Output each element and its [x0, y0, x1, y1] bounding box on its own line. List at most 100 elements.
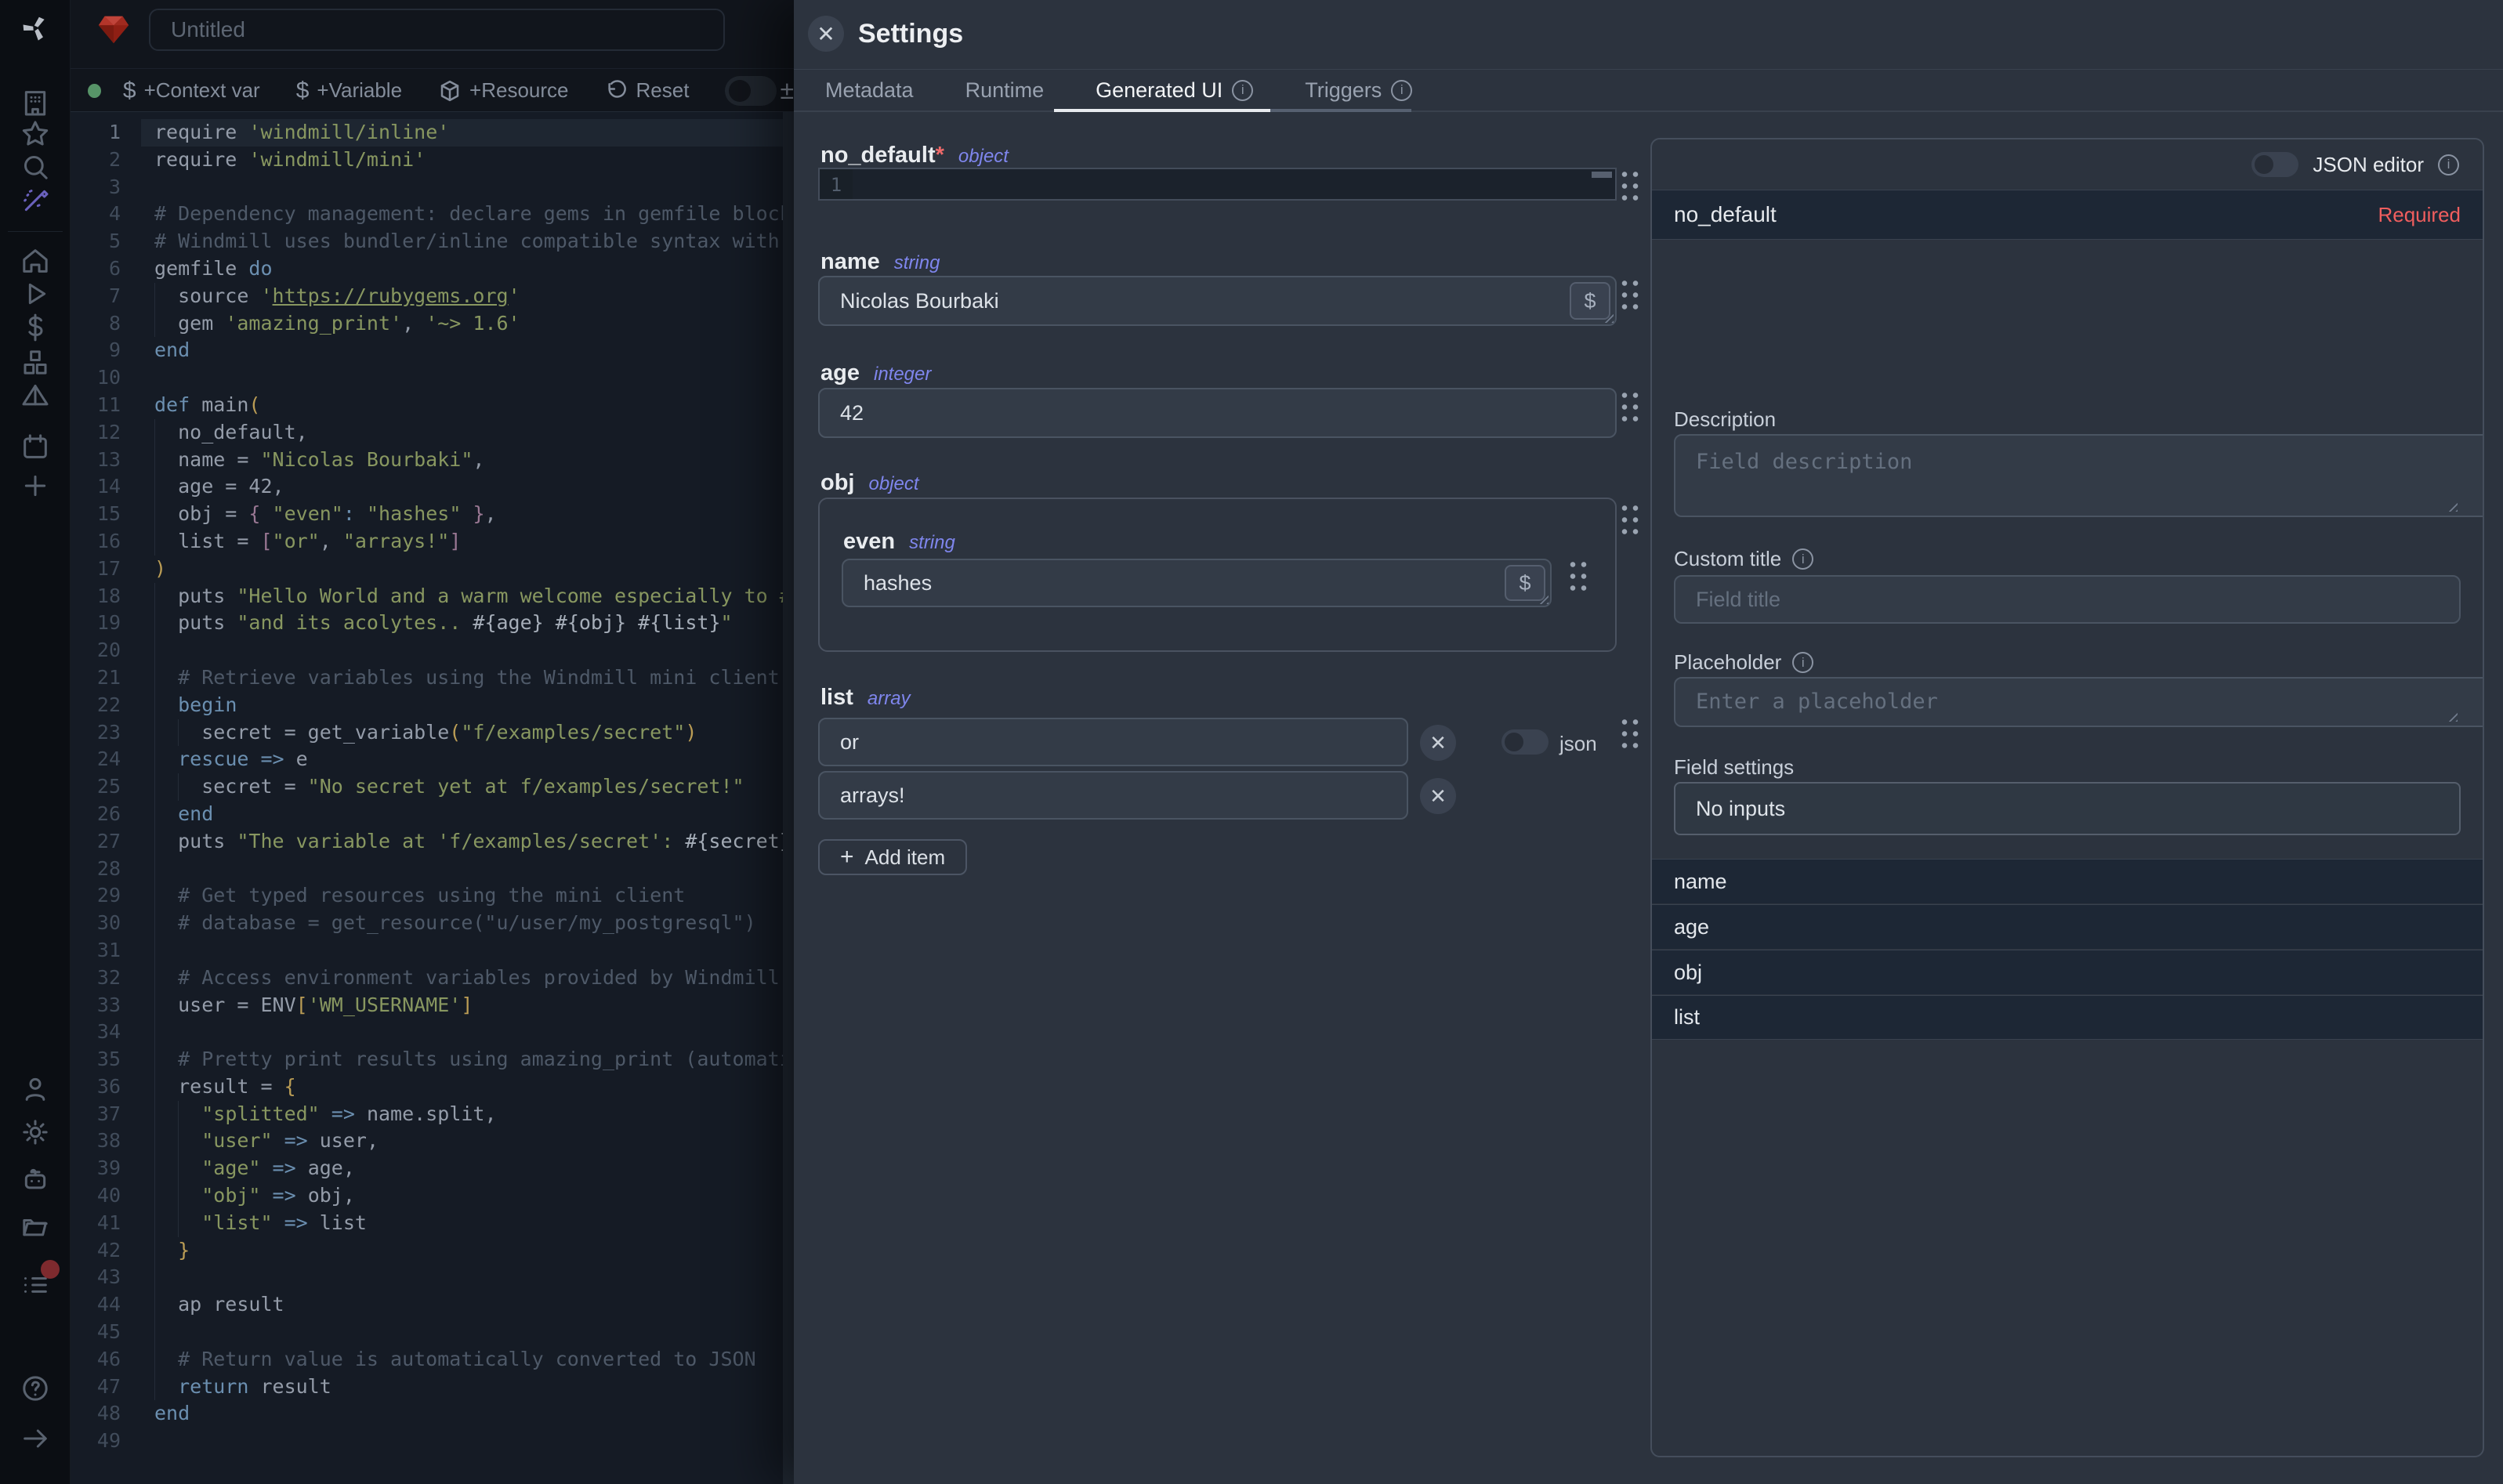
code-line: 44 ap result	[71, 1291, 794, 1319]
line-number: 14	[71, 473, 141, 501]
favorites-star-icon[interactable]	[0, 117, 71, 151]
json-toggle[interactable]	[1501, 729, 1549, 755]
code-lines: 1require 'windmill/inline'2require 'wind…	[71, 119, 794, 1455]
ai-wand-icon[interactable]	[0, 183, 71, 218]
line-number: 47	[71, 1374, 141, 1401]
home-icon[interactable]	[0, 244, 71, 278]
mini-editor-scrollbar[interactable]	[1592, 172, 1612, 178]
tab-runtime[interactable]: Runtime	[965, 78, 1045, 103]
code-line: 19 puts "and its acolytes.. #{age} #{obj…	[71, 610, 794, 637]
add-item-button[interactable]: + Add item	[818, 839, 967, 875]
json-editor-row: JSON editor i	[1652, 139, 2483, 190]
folders-icon[interactable]	[0, 1209, 71, 1243]
add-resource-button[interactable]: +Resource	[438, 78, 568, 103]
remove-item-icon[interactable]: ✕	[1420, 778, 1456, 814]
add-variable-button[interactable]: $ +Variable	[296, 78, 402, 104]
line-number: 23	[71, 719, 141, 747]
code-line: 36 result = {	[71, 1073, 794, 1101]
code-line: 18 puts "Hello World and a warm welcome …	[71, 583, 794, 610]
field-row-name[interactable]: name	[1652, 859, 2483, 903]
tab-triggers[interactable]: Triggersi	[1305, 78, 1412, 103]
workers-robot-icon[interactable]	[0, 1162, 71, 1196]
line-number: 42	[71, 1237, 141, 1265]
close-icon[interactable]: ✕	[808, 16, 844, 52]
remove-item-icon[interactable]: ✕	[1420, 725, 1456, 761]
drag-handle-no-default[interactable]	[1617, 167, 1639, 201]
even-input[interactable]	[842, 559, 1552, 607]
line-number: 22	[71, 692, 141, 719]
line-number: 35	[71, 1046, 141, 1073]
line-number: 27	[71, 828, 141, 856]
code-line: 41 "list" => list	[71, 1210, 794, 1237]
code-line: 34	[71, 1019, 794, 1046]
tab-metadata[interactable]: Metadata	[825, 78, 914, 103]
info-icon[interactable]: i	[1792, 652, 1813, 673]
name-input[interactable]	[818, 276, 1617, 326]
script-name-input[interactable]	[149, 9, 725, 51]
drag-handle-list[interactable]	[1617, 715, 1639, 749]
runs-play-icon[interactable]	[0, 277, 71, 311]
code-line: 30 # database = get_resource("u/user/my_…	[71, 910, 794, 937]
json-editor-toggle[interactable]	[2251, 152, 2298, 177]
dollar-insert-button[interactable]: $	[1505, 565, 1545, 601]
line-number: 15	[71, 501, 141, 528]
line-number: 8	[71, 310, 141, 338]
code-line: 37 "splitted" => name.split,	[71, 1101, 794, 1128]
audit-logs-icon[interactable]	[0, 1268, 71, 1302]
resources-cubes-icon[interactable]	[0, 346, 71, 380]
age-input[interactable]	[818, 388, 1617, 438]
list-item-input[interactable]	[818, 771, 1408, 820]
dollar-insert-button[interactable]: $	[1570, 282, 1610, 320]
drag-handle-name[interactable]	[1617, 276, 1639, 310]
field-row-list[interactable]: list	[1652, 995, 2483, 1040]
variables-dollar-icon[interactable]	[0, 310, 71, 345]
field-row-age[interactable]: age	[1652, 904, 2483, 949]
line-number: 46	[71, 1346, 141, 1374]
editor-mode-toggle[interactable]	[725, 76, 777, 106]
line-number: 5	[71, 228, 141, 255]
user-icon[interactable]	[0, 1072, 71, 1106]
windmill-logo-icon[interactable]	[0, 11, 71, 45]
line-number: 30	[71, 910, 141, 937]
line-number: 26	[71, 801, 141, 828]
code-editor[interactable]: 1require 'windmill/inline'2require 'wind…	[71, 112, 794, 1484]
placeholder-textarea[interactable]	[1674, 677, 2484, 727]
line-number: 32	[71, 965, 141, 992]
settings-gear-icon[interactable]	[0, 1115, 71, 1149]
calendar-icon[interactable]	[0, 429, 71, 464]
collapse-sidebar-arrow-icon[interactable]	[0, 1421, 71, 1456]
diff-plusminus-icon[interactable]: ±	[780, 76, 794, 105]
tab-generated-ui[interactable]: Generated UIi	[1096, 78, 1253, 103]
field-row-obj[interactable]: obj	[1652, 950, 2483, 994]
code-line: 23 secret = get_variable("f/examples/sec…	[71, 719, 794, 747]
code-line: 28	[71, 856, 794, 883]
info-icon[interactable]: i	[1792, 548, 1813, 570]
description-textarea[interactable]	[1674, 434, 2484, 517]
drag-handle-age[interactable]	[1617, 388, 1639, 422]
info-icon[interactable]: i	[1391, 80, 1412, 101]
info-icon[interactable]: i	[1232, 80, 1253, 101]
drag-handle-even[interactable]	[1566, 557, 1588, 592]
reset-button[interactable]: Reset	[605, 78, 690, 103]
line-number: 45	[71, 1319, 141, 1346]
list-item-0-wrap	[818, 718, 1408, 766]
custom-title-input[interactable]	[1674, 575, 2461, 624]
line-number: 33	[71, 992, 141, 1019]
dollar-icon: $	[296, 78, 310, 104]
workspace-icon[interactable]	[0, 85, 71, 120]
info-icon[interactable]: i	[2438, 154, 2459, 176]
code-line: 3	[71, 174, 794, 201]
no-default-json-input[interactable]: 1	[818, 168, 1617, 201]
help-icon[interactable]	[0, 1371, 71, 1406]
list-item-input[interactable]	[818, 718, 1408, 766]
selected-field-header[interactable]: no_default Required	[1652, 190, 2483, 240]
field-label-list: listarray	[820, 685, 911, 711]
editor-scrollbar[interactable]	[783, 112, 794, 1484]
modal-header: ✕ Settings	[794, 0, 2503, 70]
add-plus-icon[interactable]	[0, 469, 71, 503]
search-icon[interactable]	[0, 150, 71, 184]
drag-handle-obj[interactable]	[1617, 501, 1639, 535]
add-context-var-button[interactable]: $ +Context var	[123, 78, 260, 104]
apps-pyramid-icon[interactable]	[0, 378, 71, 413]
field-settings-select[interactable]: No inputs	[1674, 782, 2461, 835]
